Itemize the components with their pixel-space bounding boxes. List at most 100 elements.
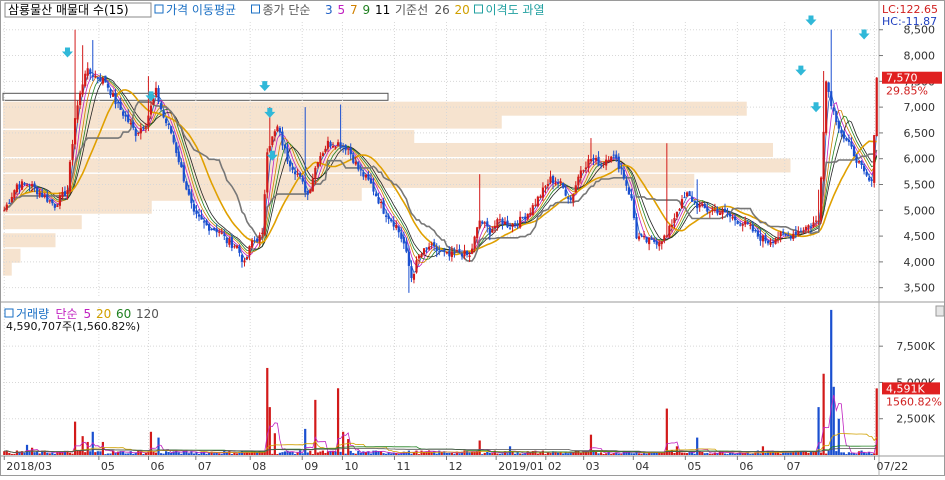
candle-body xyxy=(306,190,309,195)
price-legend-toggle-checkbox[interactable] xyxy=(474,4,483,14)
candle-body xyxy=(577,176,580,186)
volume-change-label: 1560.82% xyxy=(886,395,942,408)
candle-body xyxy=(157,88,160,102)
volume-bar xyxy=(89,451,92,455)
candle-body xyxy=(458,249,461,253)
volume-bar xyxy=(868,452,871,455)
price-legend-toggle-checkbox[interactable] xyxy=(251,4,260,14)
candle-body xyxy=(782,231,785,234)
volume-bar xyxy=(481,454,484,455)
volume-bar xyxy=(281,452,284,455)
volume-legend-toggle-checkbox[interactable] xyxy=(4,308,14,318)
volume-bar xyxy=(390,453,393,455)
volume-bar xyxy=(339,451,342,455)
price-legend-label: 7 xyxy=(350,3,358,17)
volume-bar xyxy=(825,453,828,455)
candle-body xyxy=(213,228,216,231)
candle-body xyxy=(511,224,514,227)
candle-body xyxy=(734,216,737,221)
time-tick-label: 03 xyxy=(586,460,600,473)
volume-bar xyxy=(192,453,196,455)
price-legend-label: 11 xyxy=(375,3,390,17)
candle-body xyxy=(802,230,805,232)
volume-bar xyxy=(385,453,388,455)
volume-bar xyxy=(703,453,706,455)
candle-body xyxy=(182,165,185,182)
volume-bar xyxy=(53,453,56,455)
volume-bar xyxy=(741,453,744,455)
price-legend-toggle-checkbox[interactable] xyxy=(154,4,164,14)
volume-bar xyxy=(605,453,608,455)
candle-body xyxy=(299,173,302,177)
candle-body xyxy=(640,234,643,236)
candle-body xyxy=(809,226,813,228)
volume-bar xyxy=(827,450,830,455)
candle-body xyxy=(852,146,856,157)
candle-body xyxy=(415,260,418,273)
candle-body xyxy=(455,250,459,252)
candle-body xyxy=(642,236,646,238)
candle-body xyxy=(51,199,54,204)
candle-body xyxy=(605,159,608,166)
volume-bar xyxy=(675,446,679,455)
volume-bar xyxy=(38,453,41,455)
candle-body xyxy=(693,201,696,203)
volume-bar xyxy=(321,450,325,455)
price-change-label: 29.85% xyxy=(886,85,928,98)
candle-body xyxy=(680,199,684,209)
candle-body xyxy=(73,118,77,145)
volume-bar xyxy=(541,450,545,455)
volume-bar xyxy=(736,453,739,455)
candle-body xyxy=(278,127,282,133)
volume-bar xyxy=(180,453,183,455)
volume-bar xyxy=(159,453,163,455)
chart-canvas[interactable]: 3,500 4,000 4,500 5,000 5,500 6,000 6,500 7,000… xyxy=(0,0,945,476)
volume-bar xyxy=(668,451,671,455)
candle-body xyxy=(584,167,588,170)
candle-body xyxy=(847,139,851,143)
volume-legend-label: 20 xyxy=(96,307,111,321)
candle-body xyxy=(347,148,350,150)
candle-body xyxy=(476,227,479,239)
candle-body xyxy=(63,191,67,196)
volume-bar xyxy=(764,452,767,455)
candle-body xyxy=(443,249,446,252)
panel-resize-handle[interactable] xyxy=(935,305,945,317)
candle-body xyxy=(96,77,99,79)
candle-body xyxy=(326,140,330,149)
candle-body xyxy=(109,89,112,96)
candle-body xyxy=(20,181,24,190)
candle-body xyxy=(119,101,122,110)
candle-body xyxy=(567,197,570,199)
candle-body xyxy=(516,225,519,227)
volume-bar xyxy=(175,450,178,455)
candle-body xyxy=(483,222,486,224)
candle-body xyxy=(498,219,502,221)
volume-bar xyxy=(822,373,825,455)
candle-body xyxy=(574,185,577,193)
candle-body xyxy=(377,196,380,204)
candle-body xyxy=(825,81,828,134)
candle-body xyxy=(422,248,426,255)
candle-body xyxy=(713,209,716,211)
volume-bar xyxy=(319,451,322,455)
candle-body xyxy=(162,110,165,118)
candle-body xyxy=(334,147,337,149)
candle-body xyxy=(250,240,254,248)
candle-body xyxy=(804,226,808,231)
price-legend-label: 5 xyxy=(338,3,346,17)
volume-bar xyxy=(288,451,292,455)
volume-bar xyxy=(84,452,87,455)
candle-body xyxy=(554,183,557,185)
candle-body xyxy=(187,188,190,195)
candle-body xyxy=(797,231,800,235)
volume-bar xyxy=(521,453,524,455)
volume-bar xyxy=(306,452,309,455)
candle-body xyxy=(33,183,36,188)
candle-body xyxy=(592,157,595,160)
volume-bar xyxy=(486,451,489,455)
candle-body xyxy=(84,73,87,87)
candle-body xyxy=(94,75,97,78)
volume-bar xyxy=(420,450,423,455)
volume-bar xyxy=(640,454,643,455)
